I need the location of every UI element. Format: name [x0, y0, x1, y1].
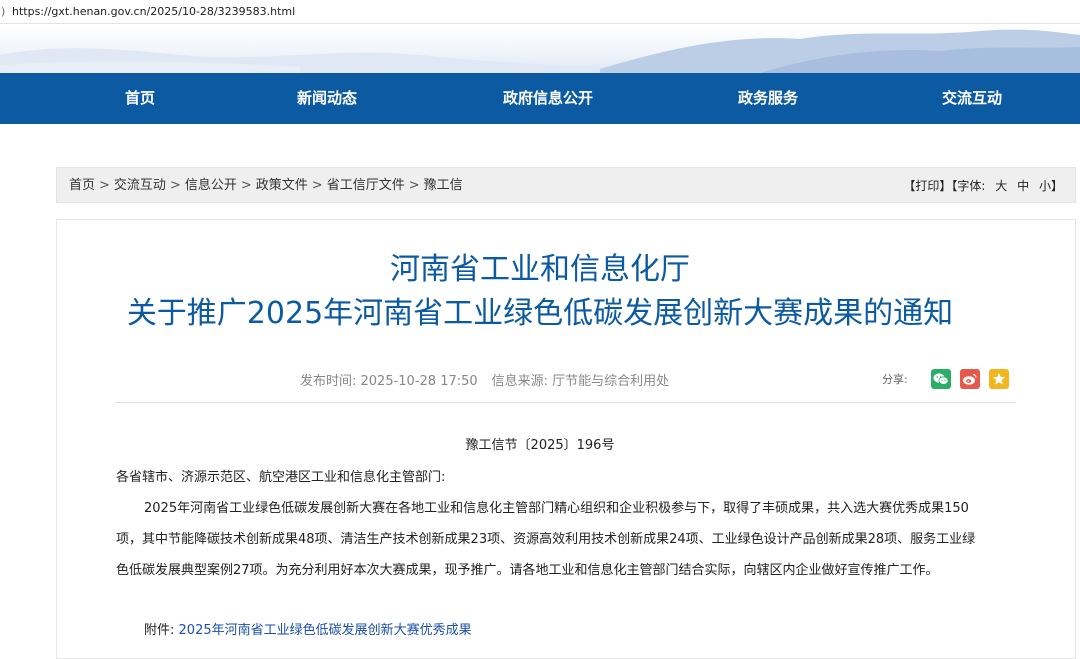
- paragraph-line-1: 2025年河南省工业绿色低碳发展创新大赛在各地工业和信息化主管部门精心组织和企业…: [144, 501, 969, 516]
- share-label: 分享:: [882, 373, 908, 386]
- font-medium-button[interactable]: 中: [1017, 179, 1029, 193]
- breadcrumb: 首页 > 交流互动 > 信息公开 > 政策文件 > 省工信厅文件 > 豫工信: [69, 168, 463, 204]
- article-title: 河南省工业和信息化厅 关于推广2025年河南省工业绿色低碳发展创新大赛成果的通知: [0, 248, 1080, 336]
- breadcrumb-separator: >: [169, 178, 181, 193]
- title-line-2: 关于推广2025年河南省工业绿色低碳发展创新大赛成果的通知: [126, 296, 954, 331]
- share-bar: 分享:: [882, 368, 1009, 390]
- favorite-icon[interactable]: [988, 369, 1009, 389]
- main-nav: 首页 新闻动态 政府信息公开 政务服务 交流互动: [0, 73, 1080, 124]
- nav-item-services[interactable]: 政务服务: [738, 73, 798, 124]
- header-banner: [0, 25, 1080, 73]
- breadcrumb-separator: >: [408, 178, 420, 193]
- breadcrumb-separator: >: [99, 178, 110, 193]
- font-small-button[interactable]: 小: [1039, 179, 1051, 193]
- back-icon[interactable]: ): [0, 5, 10, 18]
- paragraph-line-2: 项，其中节能降碳技术创新成果48项、清洁生产技术创新成果23项、资源高效利用技术…: [116, 532, 976, 547]
- breadcrumb-home[interactable]: 首页: [69, 178, 95, 193]
- weibo-icon[interactable]: [959, 369, 980, 389]
- attachment-label: 附件:: [144, 623, 175, 638]
- nav-item-home[interactable]: 首页: [125, 73, 155, 124]
- breadcrumb-dept-docs[interactable]: 省工信厅文件: [327, 178, 405, 193]
- font-large-button[interactable]: 大: [995, 179, 1007, 193]
- nav-item-news[interactable]: 新闻动态: [297, 73, 357, 124]
- print-button[interactable]: 【打印】: [903, 179, 951, 193]
- attachment-link[interactable]: 2025年河南省工业绿色低碳发展创新大赛优秀成果: [179, 623, 472, 638]
- info-source: 信息来源: 厅节能与综合利用处: [491, 374, 670, 389]
- address-bar[interactable]: ) https://gxt.henan.gov.cn/2025/10-28/32…: [0, 0, 1080, 24]
- breadcrumb-interaction[interactable]: 交流互动: [114, 178, 166, 193]
- breadcrumb-policy[interactable]: 政策文件: [256, 178, 308, 193]
- page-tools: 【打印】【字体: 大 中 小】: [903, 168, 1063, 204]
- publish-time: 发布时间: 2025-10-28 17:50: [300, 374, 478, 389]
- nav-item-gov-info[interactable]: 政府信息公开: [503, 73, 593, 124]
- title-line-1: 河南省工业和信息化厅: [390, 252, 690, 287]
- document-number: 豫工信节〔2025〕196号: [465, 438, 615, 453]
- addressee: 各省辖市、济源示范区、航空港区工业和信息化主管部门:: [116, 470, 446, 485]
- url-text[interactable]: https://gxt.henan.gov.cn/2025/10-28/3239…: [12, 5, 295, 18]
- nav-item-interaction[interactable]: 交流互动: [942, 73, 1002, 124]
- attachment: 附件: 2025年河南省工业绿色低碳发展创新大赛优秀成果: [144, 619, 472, 638]
- mountain-illustration: [0, 29, 1080, 73]
- paragraph-line-3: 色低碳发展典型案例27项。为充分利用好本次大赛成果，现予推广。请各地工业和信息化…: [116, 563, 939, 578]
- breadcrumb-separator: >: [311, 178, 323, 193]
- breadcrumb-current[interactable]: 豫工信: [424, 178, 463, 193]
- font-size-close: 】: [1050, 179, 1063, 193]
- font-size-label: 【字体:: [951, 179, 986, 193]
- meta-divider: [116, 402, 1016, 403]
- article-meta: 发布时间: 2025-10-28 17:50 信息来源: 厅节能与综合利用处: [300, 370, 669, 389]
- breadcrumb-separator: >: [240, 178, 252, 193]
- breadcrumb-info-public[interactable]: 信息公开: [185, 178, 237, 193]
- wechat-icon[interactable]: [930, 369, 951, 389]
- breadcrumb-bar: 首页 > 交流互动 > 信息公开 > 政策文件 > 省工信厅文件 > 豫工信 【打印】【字体: 大 …: [56, 167, 1076, 203]
